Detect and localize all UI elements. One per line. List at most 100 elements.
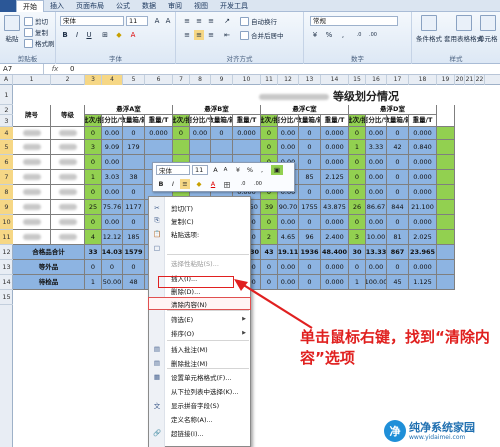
- data-cell[interactable]: 0.00: [366, 185, 387, 200]
- data-cell[interactable]: 0.000: [321, 185, 349, 200]
- column-header[interactable]: 9: [211, 75, 233, 85]
- mini-border-button[interactable]: 田: [222, 179, 232, 189]
- data-cell[interactable]: 0.00: [102, 127, 123, 140]
- group-header[interactable]: 悬浮B室: [173, 105, 261, 115]
- row-header[interactable]: 11: [0, 230, 13, 245]
- row-header[interactable]: 6: [0, 155, 13, 170]
- data-cell[interactable]: 0: [387, 155, 409, 170]
- data-cell[interactable]: 2.400: [321, 230, 349, 245]
- column-header[interactable]: 8: [190, 75, 211, 85]
- mini-format-painter-icon[interactable]: ▣: [271, 165, 283, 175]
- data-cell[interactable]: 179: [123, 140, 145, 155]
- sub-header[interactable]: 批次/批: [85, 115, 102, 127]
- data-cell[interactable]: 0.000: [321, 155, 349, 170]
- column-header[interactable]: 15: [349, 75, 366, 85]
- column-header[interactable]: 5: [123, 75, 145, 85]
- tab-view[interactable]: 视图: [188, 0, 214, 12]
- mini-size-combo[interactable]: 11: [192, 165, 208, 175]
- data-cell[interactable]: 50.00: [102, 275, 123, 290]
- data-cell[interactable]: 48.400: [321, 245, 349, 260]
- formula-input[interactable]: 0: [66, 65, 74, 73]
- data-cell[interactable]: 0: [299, 260, 321, 275]
- context-menu-item[interactable]: ✂ 剪切(T): [149, 202, 250, 213]
- brand-cell[interactable]: [13, 200, 51, 215]
- column-header[interactable]: 17: [387, 75, 409, 85]
- data-cell[interactable]: 0.000: [321, 215, 349, 230]
- data-cell[interactable]: 0: [261, 215, 278, 230]
- merge-center-button[interactable]: 合并后居中: [240, 30, 284, 40]
- data-cell[interactable]: 43: [261, 245, 278, 260]
- brand-cell[interactable]: [13, 185, 51, 200]
- row-header[interactable]: 13: [0, 260, 13, 275]
- data-cell[interactable]: 2.125: [321, 170, 349, 185]
- grade-header[interactable]: 等级: [51, 105, 85, 127]
- data-cell[interactable]: 1936: [299, 245, 321, 260]
- data-cell[interactable]: 0.000: [145, 127, 173, 140]
- mini-font-combo[interactable]: 宋体: [156, 165, 190, 175]
- data-cell[interactable]: [145, 140, 173, 155]
- align-left-icon[interactable]: ≡: [182, 30, 192, 40]
- fx-icon[interactable]: fx: [44, 65, 66, 73]
- tab-formulas[interactable]: 公式: [110, 0, 136, 12]
- brand-cell[interactable]: [13, 140, 51, 155]
- align-middle-icon[interactable]: ≡: [194, 16, 204, 26]
- extra-cell[interactable]: [437, 185, 455, 200]
- row-header[interactable]: 3: [0, 115, 13, 127]
- data-cell[interactable]: 30: [349, 245, 366, 260]
- data-cell[interactable]: 0: [387, 215, 409, 230]
- data-cell[interactable]: 25: [85, 200, 102, 215]
- data-cell[interactable]: 0.000: [321, 127, 349, 140]
- data-cell[interactable]: 0: [387, 260, 409, 275]
- mini-decrease-decimal-button[interactable]: .00: [251, 179, 265, 189]
- data-cell[interactable]: 0: [299, 140, 321, 155]
- font-grow-button[interactable]: A: [152, 16, 162, 26]
- border-button[interactable]: ⊞: [100, 30, 110, 40]
- data-cell[interactable]: 33: [85, 245, 102, 260]
- mini-align-center-icon[interactable]: ≡: [180, 179, 190, 189]
- worksheet-grid[interactable]: 等级划分情况 牌号等级悬浮A室批次/批百分比/%数量箱/箱重量/T悬浮B室批次/…: [13, 85, 500, 447]
- column-header[interactable]: 11: [261, 75, 278, 85]
- data-cell[interactable]: 0: [102, 260, 123, 275]
- comma-icon[interactable]: ,: [338, 30, 348, 40]
- data-cell[interactable]: 13.33: [366, 245, 387, 260]
- align-top-icon[interactable]: ≡: [182, 16, 192, 26]
- sub-header[interactable]: 批次/批: [261, 115, 278, 127]
- data-cell[interactable]: 1579: [123, 245, 145, 260]
- sub-header[interactable]: 批次/批: [349, 115, 366, 127]
- data-cell[interactable]: 26: [349, 200, 366, 215]
- data-cell[interactable]: 0.000: [409, 215, 437, 230]
- data-cell[interactable]: [233, 140, 261, 155]
- data-cell[interactable]: 0.00: [190, 127, 211, 140]
- context-menu-item[interactable]: ▤ 插入批注(M): [149, 343, 250, 354]
- context-menu-item[interactable]: ▤ 删除批注(M): [149, 357, 250, 368]
- row-header[interactable]: 5: [0, 140, 13, 155]
- sub-header[interactable]: 重量/T: [233, 115, 261, 127]
- brand-header[interactable]: 牌号: [13, 105, 51, 127]
- paste-button[interactable]: 粘贴: [4, 15, 20, 43]
- data-cell[interactable]: 81: [387, 230, 409, 245]
- data-cell[interactable]: 0: [85, 155, 102, 170]
- data-cell[interactable]: [211, 140, 233, 155]
- sub-header[interactable]: 数量箱/箱: [123, 115, 145, 127]
- data-cell[interactable]: 0.00: [102, 155, 123, 170]
- percent-icon[interactable]: %: [324, 30, 334, 40]
- extra-cell[interactable]: [437, 200, 455, 215]
- extra-cell[interactable]: [437, 275, 455, 290]
- format-painter-button[interactable]: 格式刷: [24, 38, 55, 48]
- extra-cell[interactable]: [437, 215, 455, 230]
- grade-cell[interactable]: [51, 155, 85, 170]
- data-cell[interactable]: 0: [349, 127, 366, 140]
- sub-header[interactable]: 数量箱/箱: [387, 115, 409, 127]
- data-cell[interactable]: 4.65: [278, 230, 299, 245]
- data-cell[interactable]: 96: [299, 230, 321, 245]
- font-color-button[interactable]: A: [128, 30, 138, 40]
- data-cell[interactable]: 0.00: [366, 170, 387, 185]
- data-cell[interactable]: 1: [85, 275, 102, 290]
- extra-cell[interactable]: [437, 127, 455, 140]
- column-header[interactable]: 16: [366, 75, 387, 85]
- context-menu-item[interactable]: ⎘ 复制(C): [149, 215, 250, 226]
- row-header[interactable]: 9: [0, 200, 13, 215]
- data-cell[interactable]: 0.000: [321, 260, 349, 275]
- column-header[interactable]: 7: [173, 75, 190, 85]
- total-row-label[interactable]: 合格品合计: [13, 245, 85, 260]
